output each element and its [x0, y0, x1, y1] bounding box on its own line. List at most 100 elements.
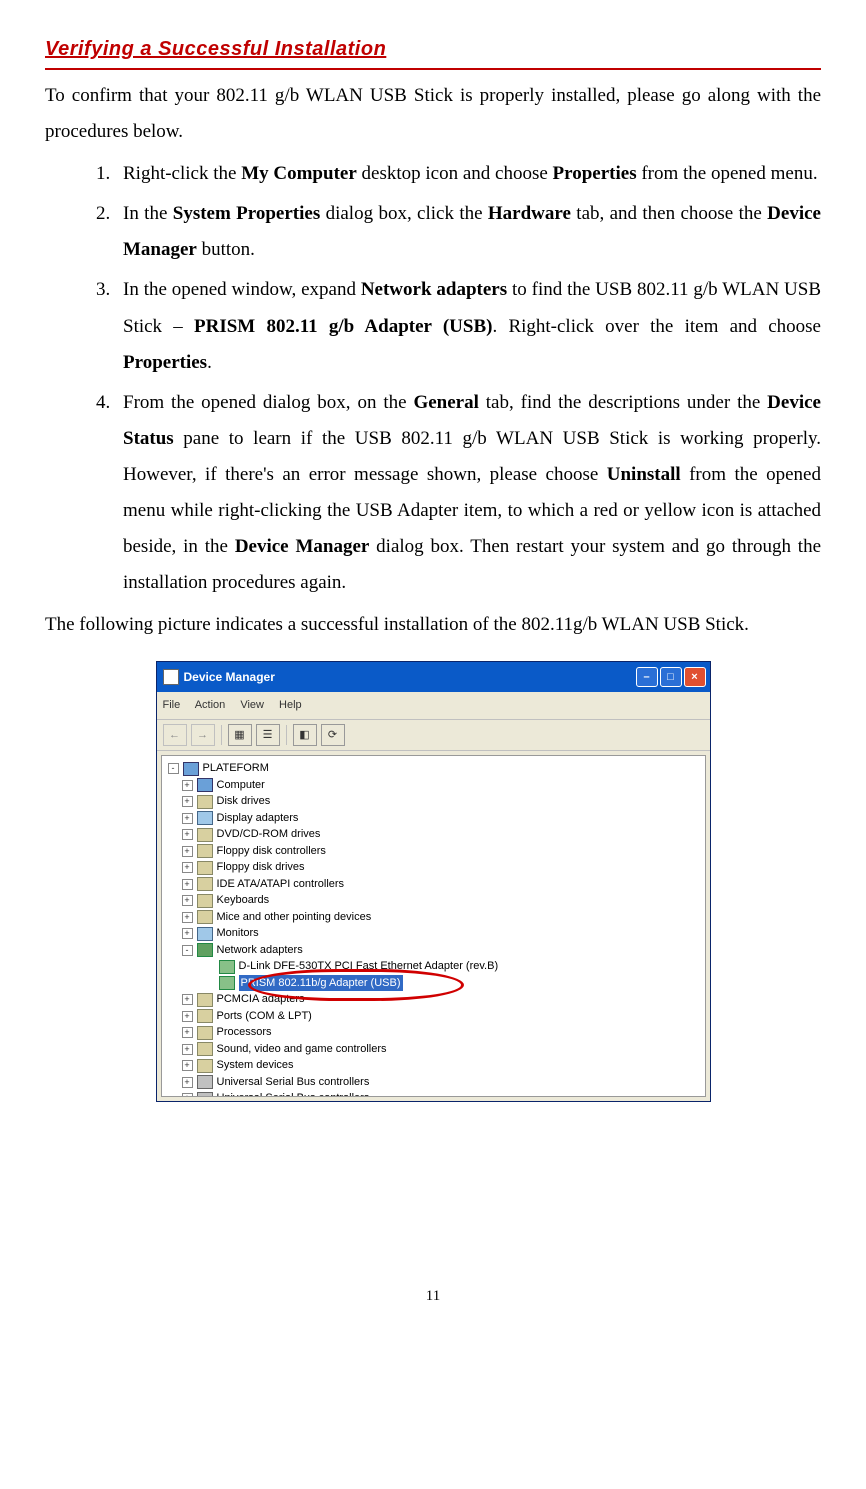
toolbar: ← → ▦ ☰ ◧ ⟳: [157, 720, 710, 751]
expand-icon[interactable]: +: [182, 796, 193, 807]
tree-item[interactable]: +Monitors: [182, 925, 703, 942]
expand-icon[interactable]: +: [182, 1044, 193, 1055]
tree-root-node[interactable]: - PLATEFORM: [168, 760, 703, 777]
toolbar-button[interactable]: ☰: [256, 724, 280, 746]
menu-help[interactable]: Help: [279, 699, 302, 711]
tree-item[interactable]: + Keyboards: [182, 892, 703, 909]
device-icon: [197, 844, 213, 858]
tree-item[interactable]: + Ports (COM & LPT): [182, 1008, 703, 1025]
tree-item[interactable]: + Floppy disk drives: [182, 859, 703, 876]
tree-label: Display adapters: [217, 810, 299, 827]
device-icon: [197, 910, 213, 924]
expand-icon[interactable]: +: [182, 1011, 193, 1022]
tree-label: PRISM 802.11b/g Adapter (USB): [239, 975, 403, 992]
closing-paragraph: The following picture indicates a succes…: [45, 607, 821, 643]
step-4: From the opened dialog box, on the Gener…: [115, 385, 821, 602]
tree-label: Computer: [217, 777, 265, 794]
forward-button[interactable]: →: [191, 724, 215, 746]
expand-icon[interactable]: +: [182, 1027, 193, 1038]
tree-item[interactable]: D-Link DFE-530TX PCI Fast Ethernet Adapt…: [204, 958, 703, 975]
tree-label: IDE ATA/ATAPI controllers: [217, 876, 345, 893]
device-icon: [197, 795, 213, 809]
menu-action[interactable]: Action: [195, 699, 226, 711]
tree-label: PCMCIA adapters: [217, 991, 305, 1008]
computer-icon: [183, 762, 199, 776]
device-icon: [197, 1026, 213, 1040]
monitor-icon: [197, 811, 213, 825]
tree-item[interactable]: + Universal Serial Bus controllers: [182, 1074, 703, 1091]
usb-icon: [197, 1075, 213, 1089]
expand-icon[interactable]: +: [182, 813, 193, 824]
tree-item[interactable]: PRISM 802.11b/g Adapter (USB): [204, 975, 703, 992]
tree-label: Ports (COM & LPT): [217, 1008, 312, 1025]
monitor-icon: [197, 927, 213, 941]
expand-icon[interactable]: +: [182, 994, 193, 1005]
device-manager-screenshot: Device Manager – □ × File Action View He…: [156, 661, 711, 1102]
toolbar-button[interactable]: ▦: [228, 724, 252, 746]
maximize-button[interactable]: □: [660, 667, 682, 687]
card-icon: [219, 960, 235, 974]
tree-item[interactable]: + IDE ATA/ATAPI controllers: [182, 876, 703, 893]
tree-label: Keyboards: [217, 892, 270, 909]
toolbar-button[interactable]: ◧: [293, 724, 317, 746]
page-number: 11: [45, 1282, 821, 1311]
menubar: File Action View Help: [157, 692, 710, 720]
tree-item[interactable]: + Disk drives: [182, 793, 703, 810]
tree-label: Floppy disk controllers: [217, 843, 326, 860]
device-icon: [197, 993, 213, 1007]
expand-icon[interactable]: +: [182, 829, 193, 840]
window-title: Device Manager: [184, 666, 636, 689]
expand-icon[interactable]: +: [182, 862, 193, 873]
expand-icon[interactable]: +: [182, 1093, 193, 1097]
tree-item[interactable]: + Floppy disk controllers: [182, 843, 703, 860]
usb-icon: [197, 1092, 213, 1098]
tree-label: D-Link DFE-530TX PCI Fast Ethernet Adapt…: [239, 958, 499, 975]
tree-label: Sound, video and game controllers: [217, 1041, 387, 1058]
collapse-icon[interactable]: -: [168, 763, 179, 774]
expand-icon[interactable]: +: [182, 846, 193, 857]
tree-item[interactable]: +Universal Serial Bus controllers: [182, 1090, 703, 1097]
section-heading: Verifying a Successful Installation: [45, 30, 821, 70]
tree-item[interactable]: + Computer: [182, 777, 703, 794]
card-icon: [219, 976, 235, 990]
toolbar-button[interactable]: ⟳: [321, 724, 345, 746]
tree-item[interactable]: + Display adapters: [182, 810, 703, 827]
device-icon: [197, 1059, 213, 1073]
tree-label: Universal Serial Bus controllers: [217, 1074, 370, 1091]
expand-icon[interactable]: +: [182, 780, 193, 791]
expand-icon[interactable]: +: [182, 895, 193, 906]
tree-item[interactable]: + PCMCIA adapters: [182, 991, 703, 1008]
steps-list: Right-click the My Computer desktop icon…: [70, 156, 821, 601]
device-icon: [197, 1009, 213, 1023]
close-button[interactable]: ×: [684, 667, 706, 687]
expand-icon[interactable]: +: [182, 928, 193, 939]
step-2: In the System Properties dialog box, cli…: [115, 196, 821, 268]
tree-label: Network adapters: [217, 942, 303, 959]
tree-label: Disk drives: [217, 793, 271, 810]
tree-item[interactable]: + Mice and other pointing devices: [182, 909, 703, 926]
tree-label: Floppy disk drives: [217, 859, 305, 876]
computer-icon: [197, 778, 213, 792]
expand-icon[interactable]: +: [182, 879, 193, 890]
menu-file[interactable]: File: [163, 699, 181, 711]
minimize-button[interactable]: –: [636, 667, 658, 687]
tree-label: Processors: [217, 1024, 272, 1041]
back-button[interactable]: ←: [163, 724, 187, 746]
tree-item[interactable]: + Processors: [182, 1024, 703, 1041]
tree-item[interactable]: - Network adapters: [182, 942, 703, 959]
expand-icon[interactable]: +: [182, 912, 193, 923]
collapse-icon[interactable]: -: [182, 945, 193, 956]
tree-item[interactable]: + Sound, video and game controllers: [182, 1041, 703, 1058]
device-icon: [197, 877, 213, 891]
tree-label: Mice and other pointing devices: [217, 909, 372, 926]
device-icon: [197, 1042, 213, 1056]
tree-label: DVD/CD-ROM drives: [217, 826, 321, 843]
step-3: In the opened window, expand Network ada…: [115, 272, 821, 380]
expand-icon[interactable]: +: [182, 1060, 193, 1071]
tree-item[interactable]: + DVD/CD-ROM drives: [182, 826, 703, 843]
device-tree[interactable]: - PLATEFORM + Computer + Disk drives + Displa…: [161, 755, 706, 1097]
expand-icon[interactable]: +: [182, 1077, 193, 1088]
tree-item[interactable]: +System devices: [182, 1057, 703, 1074]
titlebar: Device Manager – □ ×: [157, 662, 710, 692]
menu-view[interactable]: View: [240, 699, 264, 711]
